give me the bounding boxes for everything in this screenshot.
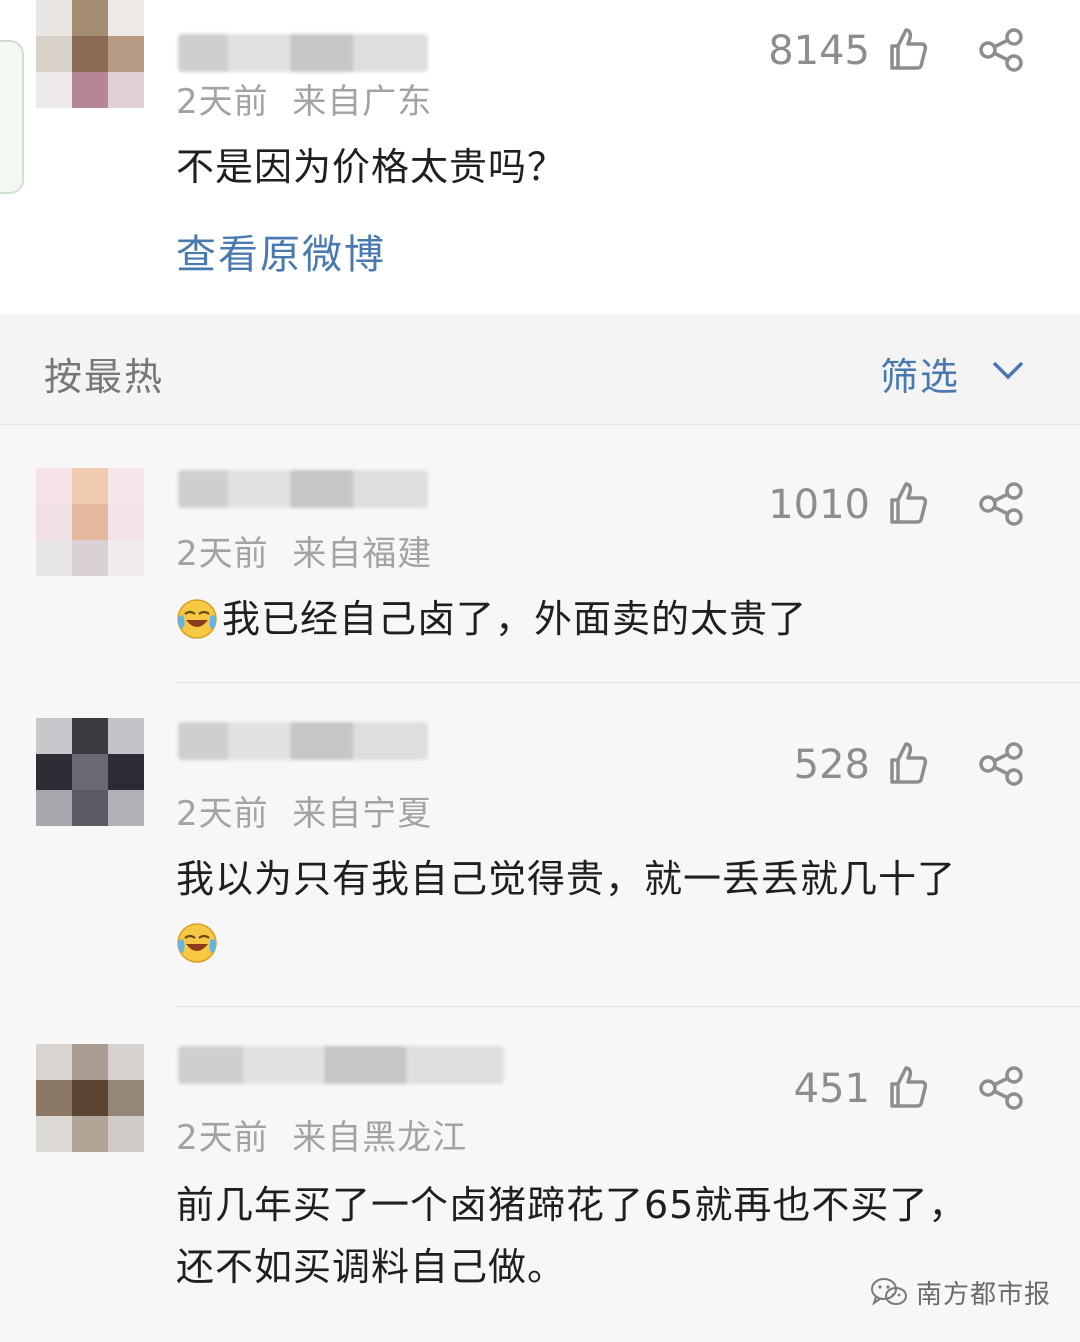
avatar-badge: [0, 40, 24, 194]
post-time: 2天前: [176, 82, 269, 122]
laugh-cry-emoji-icon: [177, 599, 217, 639]
post-location: 来自广东: [292, 82, 433, 122]
original-post-card: 2天前 来自广东 8145 不是因为价格太贵吗？ 查看原微博: [0, 0, 1080, 314]
comment-body: 我已经自己卤了，外面卖的太贵了: [222, 597, 808, 641]
comment-location: 来自黑龙江: [292, 1118, 468, 1158]
comment-meta: 2天前 来自宁夏: [176, 786, 432, 835]
comment-time: 2天前: [176, 534, 269, 574]
sort-bar: 按最热 筛选: [0, 314, 1080, 425]
username-blurred[interactable]: [178, 34, 428, 72]
laugh-cry-emoji-icon: [177, 923, 217, 963]
chevron-down-icon[interactable]: [990, 358, 1026, 382]
source-watermark: 南方都市报: [870, 1274, 1051, 1311]
username-blurred[interactable]: [178, 1046, 504, 1084]
divider: [176, 682, 1080, 683]
avatar[interactable]: [36, 718, 144, 826]
like-count: 8145: [768, 28, 870, 74]
username-blurred[interactable]: [178, 722, 428, 760]
share-icon[interactable]: [978, 742, 1026, 786]
comment-text: 我以为只有我自己觉得贵，就一丢丢就几十了: [176, 848, 1056, 974]
comment-body-line: 前几年买了一个卤猪蹄花了65就再也不买了，: [176, 1183, 968, 1227]
divider: [176, 1006, 1080, 1007]
like-count: 528: [793, 742, 870, 788]
avatar[interactable]: [36, 0, 144, 108]
share-icon[interactable]: [978, 1066, 1026, 1110]
thumbs-up-icon[interactable]: [884, 480, 930, 526]
thumbs-up-icon[interactable]: [884, 26, 930, 72]
avatar[interactable]: [36, 1044, 144, 1152]
view-original-link[interactable]: 查看原微博: [176, 222, 386, 280]
watermark-text: 南方都市报: [916, 1280, 1052, 1310]
like-count: 1010: [768, 482, 870, 528]
sort-hot-toggle[interactable]: 按最热: [44, 346, 164, 401]
thumbs-up-icon[interactable]: [884, 740, 930, 786]
comment-body-line: 我以为只有我自己觉得贵，就一丢丢就几十了: [176, 857, 957, 901]
avatar[interactable]: [36, 468, 144, 576]
comment-meta: 2天前 来自福建: [176, 526, 432, 575]
filter-button[interactable]: 筛选: [880, 346, 960, 401]
post-text: 不是因为价格太贵吗？: [176, 145, 567, 189]
thumbs-up-icon[interactable]: [884, 1064, 930, 1110]
wechat-icon: [871, 1277, 907, 1305]
share-icon[interactable]: [978, 28, 1026, 72]
comment-location: 来自宁夏: [292, 794, 433, 834]
comment-time: 2天前: [176, 1118, 269, 1158]
comment-text: 我已经自己卤了，外面卖的太贵了: [176, 588, 807, 650]
post-meta: 2天前 来自广东: [176, 74, 432, 123]
comment-location: 来自福建: [292, 534, 433, 574]
like-count: 451: [793, 1066, 870, 1112]
username-blurred[interactable]: [178, 470, 428, 508]
comment-meta: 2天前 来自黑龙江: [176, 1110, 467, 1159]
share-icon[interactable]: [978, 482, 1026, 526]
comment-time: 2天前: [176, 794, 269, 834]
